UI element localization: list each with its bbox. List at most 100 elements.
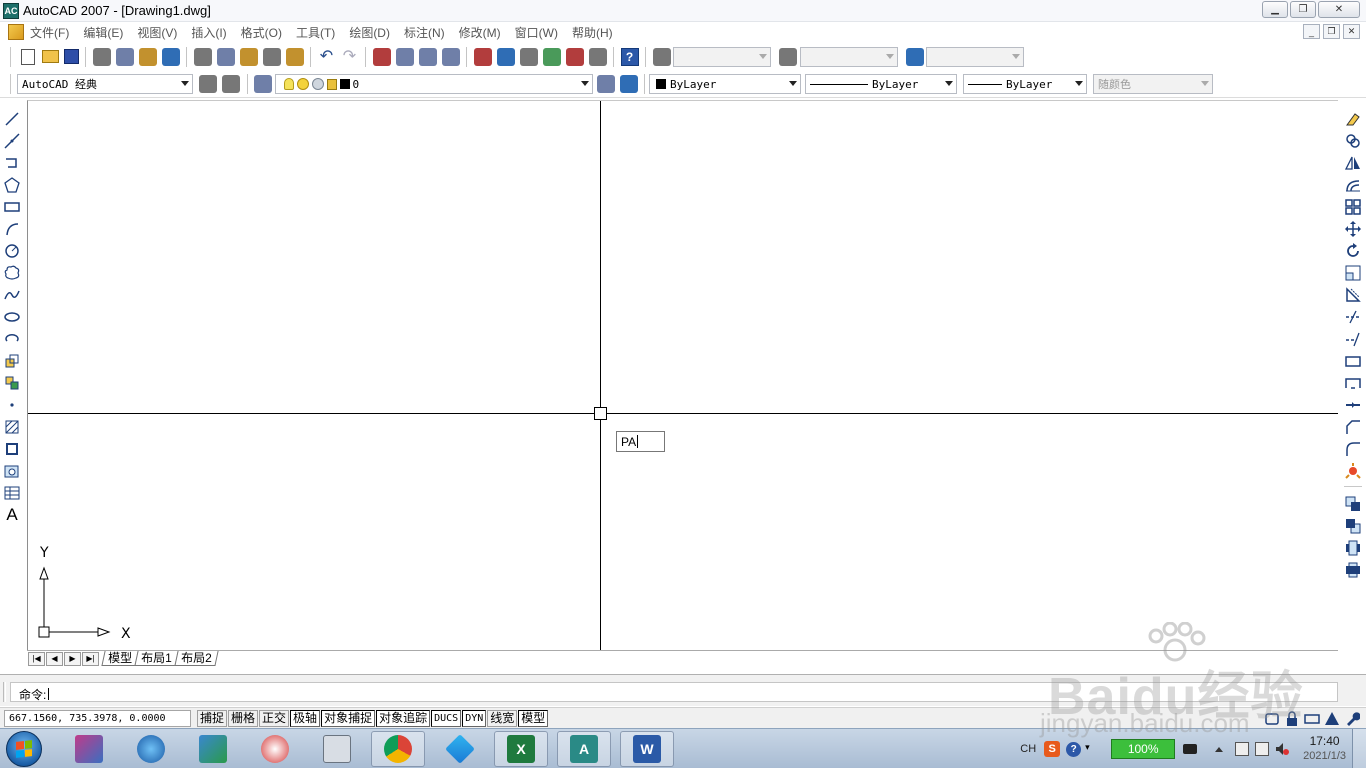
polar-toggle[interactable]: 极轴 (290, 710, 321, 727)
copy-object-icon[interactable] (1345, 133, 1361, 149)
dyn-toggle[interactable]: DYN (462, 710, 487, 727)
ime-settings-icon[interactable]: ▾ (1085, 742, 1093, 756)
last-tab-button[interactable]: ▶| (82, 651, 99, 666)
table-icon[interactable] (4, 485, 20, 501)
arc-icon[interactable] (4, 221, 20, 237)
rotate-icon[interactable] (1345, 243, 1361, 259)
insert-block-icon[interactable] (4, 353, 20, 369)
taskbar-app-browser[interactable] (124, 731, 178, 767)
redo-icon[interactable]: ↷ (341, 48, 359, 66)
menu-draw[interactable]: 绘图(D) (349, 24, 390, 41)
dim-style-icon[interactable] (779, 47, 797, 66)
ellipse-arc-icon[interactable] (4, 331, 20, 347)
pan-realtime-icon[interactable] (372, 47, 391, 66)
zoom-realtime-icon[interactable] (395, 47, 414, 66)
table-style-combo[interactable] (926, 46, 1024, 67)
calculator-icon[interactable] (588, 47, 607, 66)
tab-layout1[interactable]: 布局1 (134, 651, 179, 666)
hatch-icon[interactable] (4, 419, 20, 435)
menu-edit[interactable]: 编辑(E) (83, 24, 123, 41)
command-window-grip[interactable] (3, 682, 6, 702)
doc-close-button[interactable]: ✕ (1343, 24, 1360, 39)
model-space-toggle[interactable]: 模型 (518, 710, 549, 727)
workspace-combo[interactable]: AutoCAD 经典 (17, 74, 193, 94)
fillet-icon[interactable] (1345, 441, 1361, 457)
tab-layout2[interactable]: 布局2 (174, 651, 218, 666)
publish-icon[interactable] (138, 47, 157, 66)
design-center-icon[interactable] (496, 47, 515, 66)
bring-to-front-icon[interactable] (1345, 496, 1361, 512)
dynamic-input-tooltip[interactable]: PA (616, 431, 665, 452)
properties-icon[interactable] (473, 47, 492, 66)
minimize-button[interactable]: ▁ (1262, 1, 1288, 18)
construction-line-icon[interactable] (4, 133, 20, 149)
bring-above-icon[interactable] (1345, 540, 1361, 556)
volume-muted-icon[interactable] (1275, 742, 1290, 756)
explode-icon[interactable] (1345, 463, 1361, 479)
break-at-point-icon[interactable] (1345, 353, 1361, 369)
power-plug-icon[interactable] (1183, 744, 1198, 754)
menu-help[interactable]: 帮助(H) (572, 24, 613, 41)
taskbar-app-chrome[interactable] (371, 731, 425, 767)
sogou-ime-icon[interactable]: S (1044, 741, 1061, 757)
first-tab-button[interactable]: |◀ (28, 651, 45, 666)
open-file-icon[interactable] (41, 50, 59, 63)
maximize-viewport-icon[interactable] (1324, 711, 1340, 727)
document-icon[interactable] (8, 24, 24, 40)
copy-icon[interactable] (216, 47, 235, 66)
grid-toggle[interactable]: 栅格 (228, 710, 259, 727)
point-icon[interactable] (4, 397, 20, 413)
new-file-icon[interactable] (21, 48, 35, 65)
ortho-toggle[interactable]: 正交 (259, 710, 290, 727)
battery-indicator[interactable]: 100% (1111, 739, 1176, 759)
previous-tab-button[interactable]: ◀ (46, 651, 63, 666)
layer-viewport-icon[interactable] (311, 78, 324, 90)
paste-icon[interactable] (239, 47, 258, 66)
chamfer-icon[interactable] (1345, 419, 1361, 435)
osnap-toggle[interactable]: 对象捕捉 (321, 710, 376, 727)
lock-toolbar-icon[interactable] (1284, 711, 1300, 727)
markup-set-icon[interactable] (565, 47, 584, 66)
text-style-icon[interactable] (652, 47, 671, 66)
annotation-icon[interactable] (1304, 711, 1320, 727)
workspace-save-icon[interactable] (222, 75, 240, 93)
mirror-icon[interactable] (1345, 155, 1361, 171)
cut-icon[interactable] (193, 47, 212, 66)
tray-device-icon[interactable] (1235, 742, 1250, 756)
text-style-combo[interactable] (673, 46, 771, 67)
color-combo[interactable]: ByLayer (649, 74, 801, 94)
array-icon[interactable] (1345, 199, 1361, 215)
clock[interactable]: 17:40 2021/1/3 (1303, 734, 1346, 764)
block-editor-icon[interactable] (285, 47, 304, 66)
help-icon[interactable]: ? (620, 47, 639, 66)
ime-language[interactable]: CH (1020, 743, 1036, 755)
scale-icon[interactable] (1345, 265, 1361, 281)
layer-combo[interactable]: 0 (274, 74, 593, 94)
plot-style-combo[interactable]: 随颜色 (1093, 74, 1213, 94)
send-under-icon[interactable] (1345, 562, 1361, 578)
multiline-text-icon[interactable]: A (4, 506, 20, 523)
menu-format[interactable]: 格式(O) (241, 24, 282, 41)
undo-icon[interactable]: ↶ (318, 48, 336, 66)
make-object-layer-current-icon[interactable] (596, 75, 615, 93)
show-desktop-button[interactable] (1352, 729, 1366, 768)
taskbar-app-network[interactable] (186, 731, 240, 767)
wrench-icon[interactable] (1344, 711, 1360, 727)
workspace-settings-icon[interactable] (199, 75, 217, 93)
polygon-icon[interactable] (4, 177, 20, 193)
taskbar-app-autocad[interactable]: A (557, 731, 611, 767)
circle-icon[interactable] (4, 243, 20, 259)
doc-minimize-button[interactable]: _ (1303, 24, 1320, 39)
restore-button[interactable]: ❐ (1290, 1, 1316, 18)
polyline-icon[interactable] (4, 155, 20, 171)
offset-icon[interactable] (1345, 177, 1361, 193)
taskbar-app-sketchbook[interactable] (62, 731, 116, 767)
sheet-set-icon[interactable] (542, 47, 561, 66)
layer-thaw-icon[interactable] (296, 78, 309, 90)
toolbar-grip[interactable] (10, 46, 13, 67)
save-icon[interactable] (63, 49, 79, 64)
menu-dimension[interactable]: 标注(N) (404, 24, 445, 41)
lineweight-combo[interactable]: ByLayer (963, 74, 1087, 94)
tool-palettes-icon[interactable] (519, 47, 538, 66)
start-button[interactable] (6, 731, 42, 767)
